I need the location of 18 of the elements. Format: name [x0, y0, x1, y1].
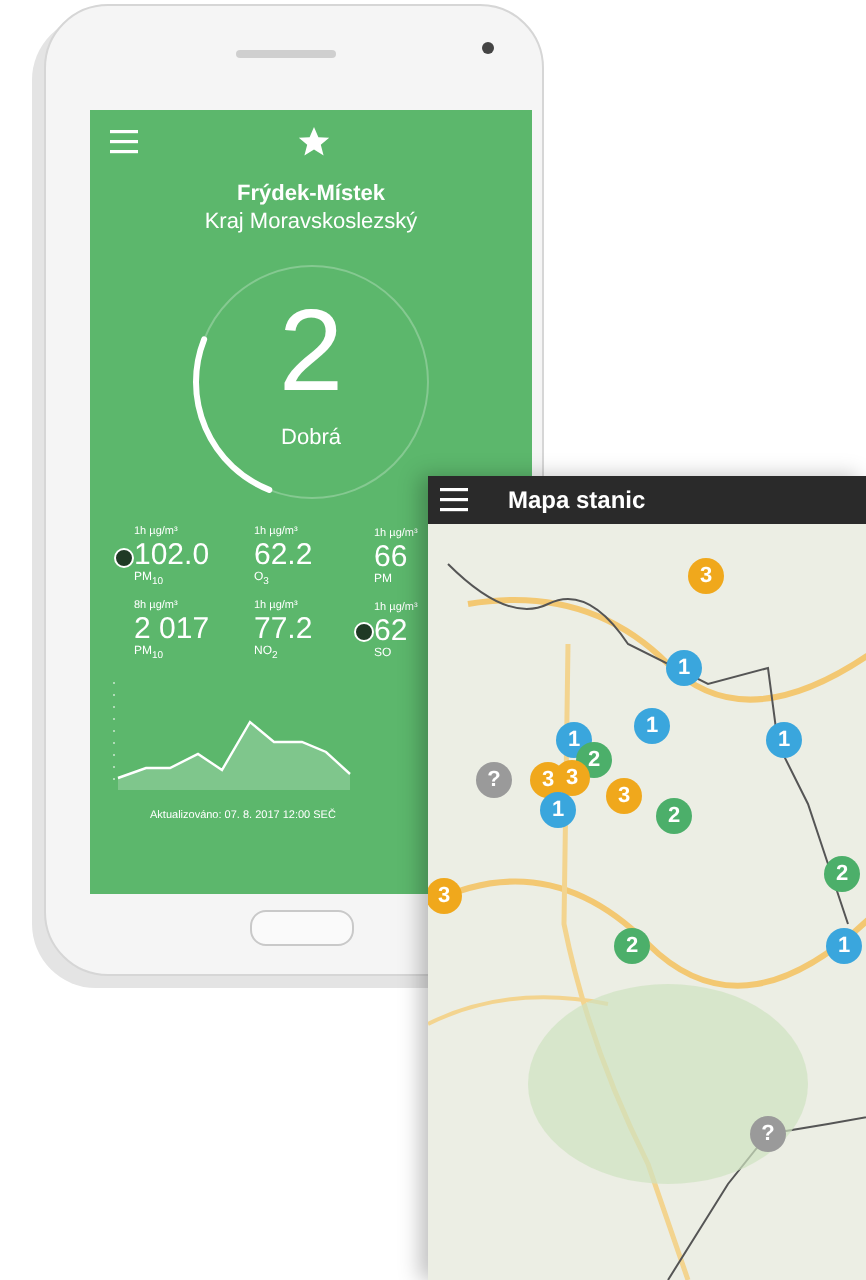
region-name: Kraj Moravskoslezský [204, 210, 418, 234]
measurement-value: 62.2 [254, 538, 313, 572]
measurement-value: 62 [374, 614, 410, 649]
index-value: 2 [278, 286, 344, 418]
city-name: Frýdek-Místek [237, 182, 385, 206]
camera-dot [482, 42, 494, 54]
measurement-value: 2 017 [134, 612, 210, 647]
star-icon [298, 126, 330, 158]
home-button[interactable] [250, 910, 354, 946]
speaker-slot [236, 50, 336, 58]
menu-icon[interactable] [440, 486, 468, 514]
index-label: Dobrá [281, 426, 341, 450]
measurement-value: 77.2 [254, 612, 313, 647]
warning-dot-icon [354, 621, 374, 642]
measurement-value: 102.0 [134, 538, 210, 572]
map-title: Mapa stanic [508, 486, 646, 514]
measurement-value: 66 [374, 540, 410, 575]
warning-dot-icon [114, 547, 134, 568]
